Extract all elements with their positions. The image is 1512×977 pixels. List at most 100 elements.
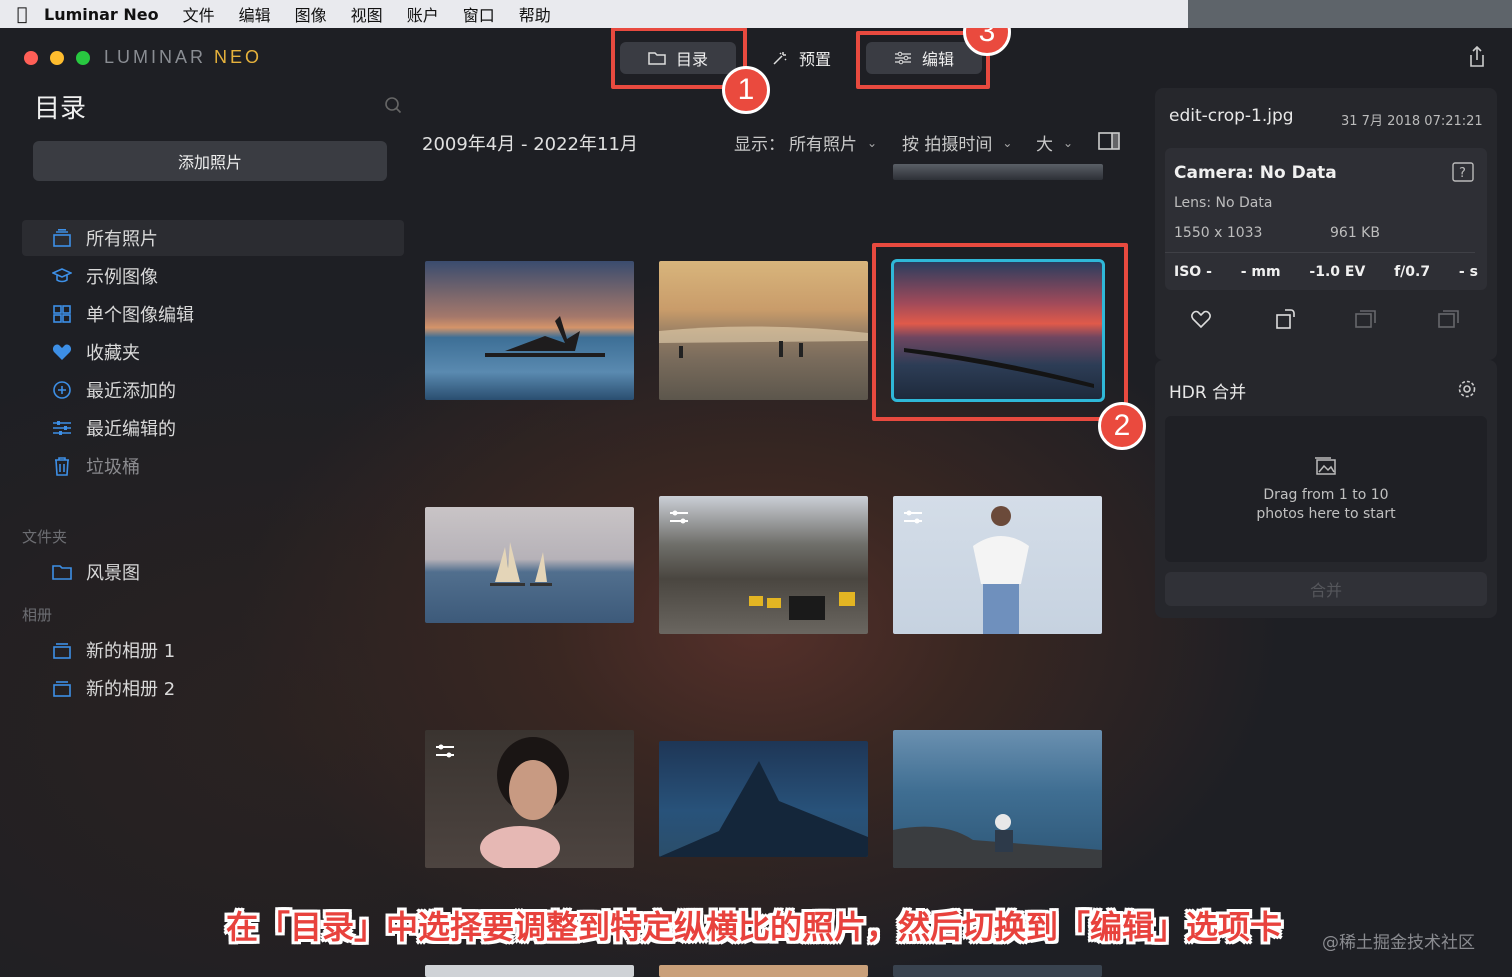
chevron-down-icon: ⌄	[867, 135, 878, 150]
woman-white-top-image	[973, 506, 1029, 634]
minimize-window-button[interactable]	[50, 51, 64, 65]
menu-app-name[interactable]: Luminar Neo	[44, 5, 159, 24]
photo-thumbnail-partial[interactable]	[659, 965, 868, 977]
menu-view[interactable]: 视图	[351, 2, 383, 26]
exif-filesize: 961 KB	[1330, 225, 1380, 241]
sidebar-folder-landscape[interactable]: 风景图	[22, 554, 404, 590]
exif-ev: -1.0 EV	[1309, 264, 1366, 280]
rotate-icon[interactable]	[1275, 308, 1297, 330]
show-filter-dropdown[interactable]: 显示： 所有照片 ⌄	[734, 130, 877, 155]
help-icon[interactable]: ?	[1452, 162, 1474, 182]
sidebar-item-samples[interactable]: 示例图像	[22, 258, 404, 294]
driftwood-image	[485, 316, 605, 357]
show-filter-value: 所有照片	[789, 135, 857, 155]
hdr-drop-line2: photos here to start	[1256, 506, 1396, 522]
chevron-down-icon: ⌄	[1002, 135, 1013, 150]
search-icon[interactable]	[384, 96, 402, 114]
sidebar-item-label: 所有照片	[86, 229, 158, 250]
exif-iso: ISO -	[1174, 264, 1212, 280]
folder-icon	[648, 52, 666, 65]
stack-icon	[52, 228, 72, 248]
thumbnail-size-dropdown[interactable]: 大 ⌄	[1036, 130, 1073, 155]
sidebar-item-label: 示例图像	[86, 267, 158, 288]
menu-image[interactable]: 图像	[295, 2, 327, 26]
photo-thumbnail[interactable]	[893, 496, 1102, 634]
hdr-drop-line1: Drag from 1 to 10	[1263, 487, 1389, 503]
sidebar-item-label: 收藏夹	[86, 343, 140, 364]
apple-icon[interactable]: 	[0, 4, 44, 25]
plus-circle-icon	[52, 380, 72, 400]
menu-file[interactable]: 文件	[183, 2, 215, 26]
photo-thumbnail[interactable]	[659, 261, 868, 400]
exif-focal: - mm	[1240, 264, 1281, 280]
tutorial-caption: 在「目录」中选择要调整到特定纵横比的照片，然后切换到「编辑」选项卡	[226, 908, 1283, 946]
coast-person-image	[893, 814, 1102, 868]
toggle-panel-icon[interactable]	[1098, 132, 1120, 150]
grid-icon	[52, 304, 72, 324]
exif-aperture: f/0.7	[1394, 264, 1431, 280]
sidebar-item-recently-edited[interactable]: 最近编辑的	[22, 410, 404, 446]
photo-thumbnail[interactable]	[659, 496, 868, 634]
watermark: @稀土掘金技术社区	[1322, 933, 1475, 953]
hdr-merge-button[interactable]: 合并	[1165, 572, 1487, 606]
folder-icon	[52, 562, 72, 582]
sidebar-item-single-edits[interactable]: 单个图像编辑	[22, 296, 404, 332]
show-filter-label: 显示：	[734, 135, 785, 155]
sidebar-item-trash[interactable]: 垃圾桶	[22, 448, 404, 484]
photo-thumbnail[interactable]	[659, 741, 868, 857]
exif-lens: Lens: No Data	[1174, 195, 1273, 211]
compare-icon[interactable]	[1355, 309, 1377, 329]
stack-copies-icon[interactable]	[1438, 309, 1460, 329]
photo-thumbnail-partial[interactable]	[893, 965, 1102, 977]
exif-shooting-row: ISO - - mm -1.0 EV f/0.7 - s	[1174, 264, 1478, 280]
gear-icon[interactable]	[1457, 379, 1477, 399]
add-photos-button[interactable]: 添加照片	[33, 141, 387, 181]
sidebar-item-favorites[interactable]: 收藏夹	[22, 334, 404, 370]
photo-thumbnail[interactable]	[425, 261, 634, 400]
info-date: 31 7月 2018 07:21:21	[1341, 114, 1483, 129]
mountain-stars-image	[659, 761, 868, 857]
woman-portrait-image	[480, 737, 569, 868]
sidebar-item-recently-added[interactable]: 最近添加的	[22, 372, 404, 408]
photo-thumbnail[interactable]	[893, 730, 1102, 868]
sidebar-album-2[interactable]: 新的相册 2	[22, 670, 404, 706]
sidebar-item-label: 最近编辑的	[86, 419, 176, 440]
photo-thumbnail[interactable]	[425, 507, 634, 623]
menu-edit[interactable]: 编辑	[239, 2, 271, 26]
sort-dropdown[interactable]: 按 拍摄时间 ⌄	[902, 130, 1012, 155]
zoom-window-button[interactable]	[76, 51, 90, 65]
tab-edit-label: 编辑	[921, 50, 954, 69]
chevron-down-icon: ⌄	[1063, 135, 1074, 150]
svg-text:?: ?	[1459, 166, 1466, 181]
tab-presets-label: 预置	[798, 50, 831, 69]
sort-value: 按 拍摄时间	[902, 135, 993, 155]
date-range-title: 2009年4月 - 2022年11月	[422, 134, 638, 155]
photo-thumbnail[interactable]	[425, 730, 634, 868]
sidebar-item-all-photos[interactable]: 所有照片	[22, 220, 404, 256]
menu-help[interactable]: 帮助	[519, 2, 551, 26]
photo-thumbnail-partial[interactable]	[893, 164, 1103, 180]
heart-icon	[52, 342, 72, 362]
sliders-icon	[894, 51, 911, 65]
exif-dimensions: 1550 x 1033	[1174, 225, 1263, 241]
tab-edit[interactable]: 编辑	[866, 42, 982, 74]
albums-section-label: 相册	[22, 606, 53, 624]
menu-account[interactable]: 账户	[407, 2, 439, 26]
heart-outline-icon[interactable]	[1190, 309, 1212, 329]
sidebar-item-label: 风景图	[86, 563, 140, 584]
sidebar-item-label: 最近添加的	[86, 381, 176, 402]
tab-presets[interactable]: 预置	[756, 42, 846, 74]
tab-catalog[interactable]: 目录	[620, 42, 736, 74]
close-window-button[interactable]	[24, 51, 38, 65]
menu-window[interactable]: 窗口	[463, 2, 495, 26]
photo-thumbnail-selected[interactable]	[891, 259, 1105, 402]
app-window: LUMINAR NEO 目录 预置 编辑 目录 添加照片 所有照片 示例图像 单…	[0, 28, 1512, 977]
app-logo: LUMINAR NEO	[104, 47, 263, 67]
tab-catalog-label: 目录	[675, 50, 708, 69]
sparkle-icon	[773, 52, 787, 65]
album-icon	[52, 678, 72, 698]
photo-thumbnail-partial[interactable]	[425, 965, 634, 977]
sidebar-album-1[interactable]: 新的相册 1	[22, 632, 404, 668]
hdr-panel-title: HDR 合并	[1169, 383, 1247, 403]
share-icon[interactable]	[1468, 46, 1486, 68]
